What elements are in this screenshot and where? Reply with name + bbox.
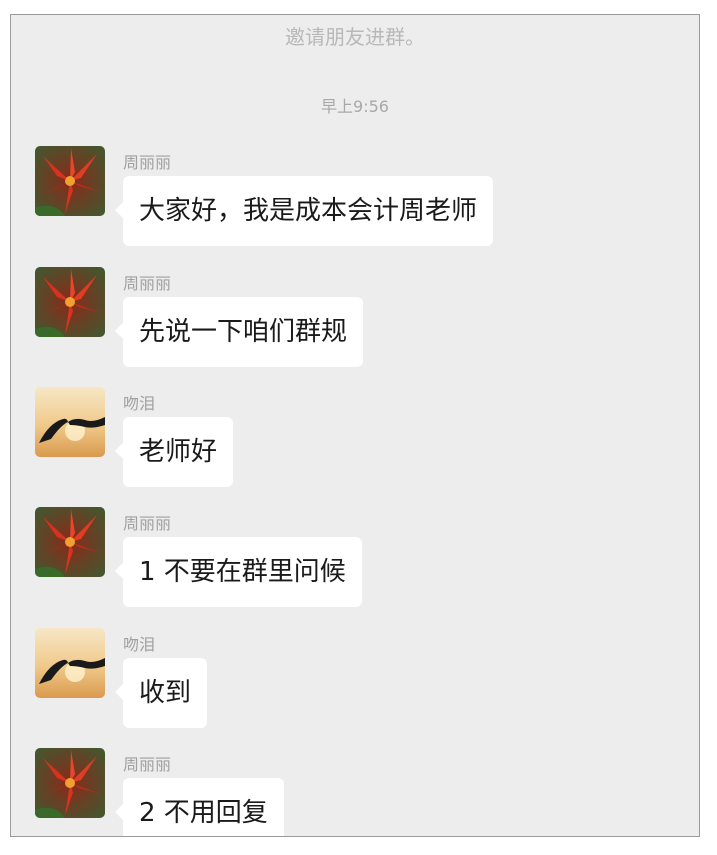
sunset-hands-avatar[interactable] (35, 628, 105, 698)
sender-name: 周丽丽 (123, 153, 172, 172)
sender-name: 周丽丽 (123, 514, 172, 533)
message-bubble[interactable]: 1 不要在群里问候 (115, 537, 362, 607)
message-bubble[interactable]: 2 不用回复 (115, 778, 284, 836)
sender-name: 周丽丽 (123, 755, 172, 774)
sender-name: 吻泪 (123, 635, 156, 654)
red-flower-avatar[interactable] (35, 748, 105, 818)
sender-name: 周丽丽 (123, 274, 172, 293)
message-bubble[interactable]: 大家好，我是成本会计周老师 (114, 176, 494, 246)
message-timestamp: 早上9:56 (321, 97, 389, 116)
chat-window: 邀请朋友进群。 早上9:56 周丽丽 大家好，我是成本会计周老师 周丽丽 先说一… (10, 14, 700, 837)
red-flower-avatar[interactable] (35, 146, 105, 216)
sender-name: 吻泪 (123, 394, 156, 413)
red-flower-avatar[interactable] (35, 267, 105, 337)
red-flower-avatar[interactable] (35, 507, 105, 577)
message-bubble[interactable]: 收到 (114, 658, 208, 728)
system-invite-notice[interactable]: 邀请朋友进群。 (11, 21, 699, 50)
message-bubble[interactable]: 先说一下咱们群规 (114, 297, 364, 367)
message-bubble[interactable]: 老师好 (114, 417, 234, 487)
sunset-hands-avatar[interactable] (35, 387, 105, 457)
